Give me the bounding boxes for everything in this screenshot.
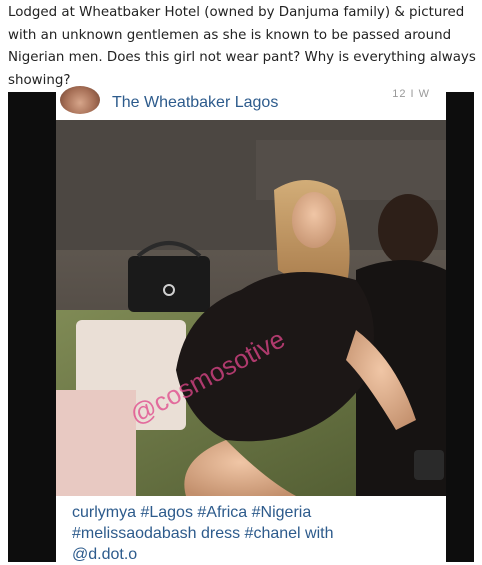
post-photo[interactable]: @cosmosotive [56, 120, 446, 496]
photo-illustration: @cosmosotive [56, 120, 446, 496]
profile-name[interactable]: The Wheatbaker Lagos [112, 94, 278, 112]
instagram-card: The Wheatbaker Lagos 12 I W @cosmosotive… [56, 86, 446, 565]
instagram-header: The Wheatbaker Lagos 12 I W [56, 86, 446, 118]
pink-cushion [56, 390, 136, 496]
phone [414, 450, 444, 480]
post-time: 12 I W [392, 88, 430, 100]
instagram-caption: curlymya #Lagos #Africa #Nigeria #meliss… [72, 502, 432, 565]
photo-frame: The Wheatbaker Lagos 12 I W @cosmosotive… [8, 86, 474, 565]
caption-line-2[interactable]: #melissaodabash dress #chanel with [72, 523, 432, 544]
woman-face [292, 192, 336, 248]
avatar[interactable] [60, 86, 100, 114]
man-head [378, 194, 438, 266]
post-caption: Lodged at Wheatbaker Hotel (owned by Dan… [8, 5, 476, 88]
caption-line-1[interactable]: curlymya #Lagos #Africa #Nigeria [72, 502, 432, 523]
